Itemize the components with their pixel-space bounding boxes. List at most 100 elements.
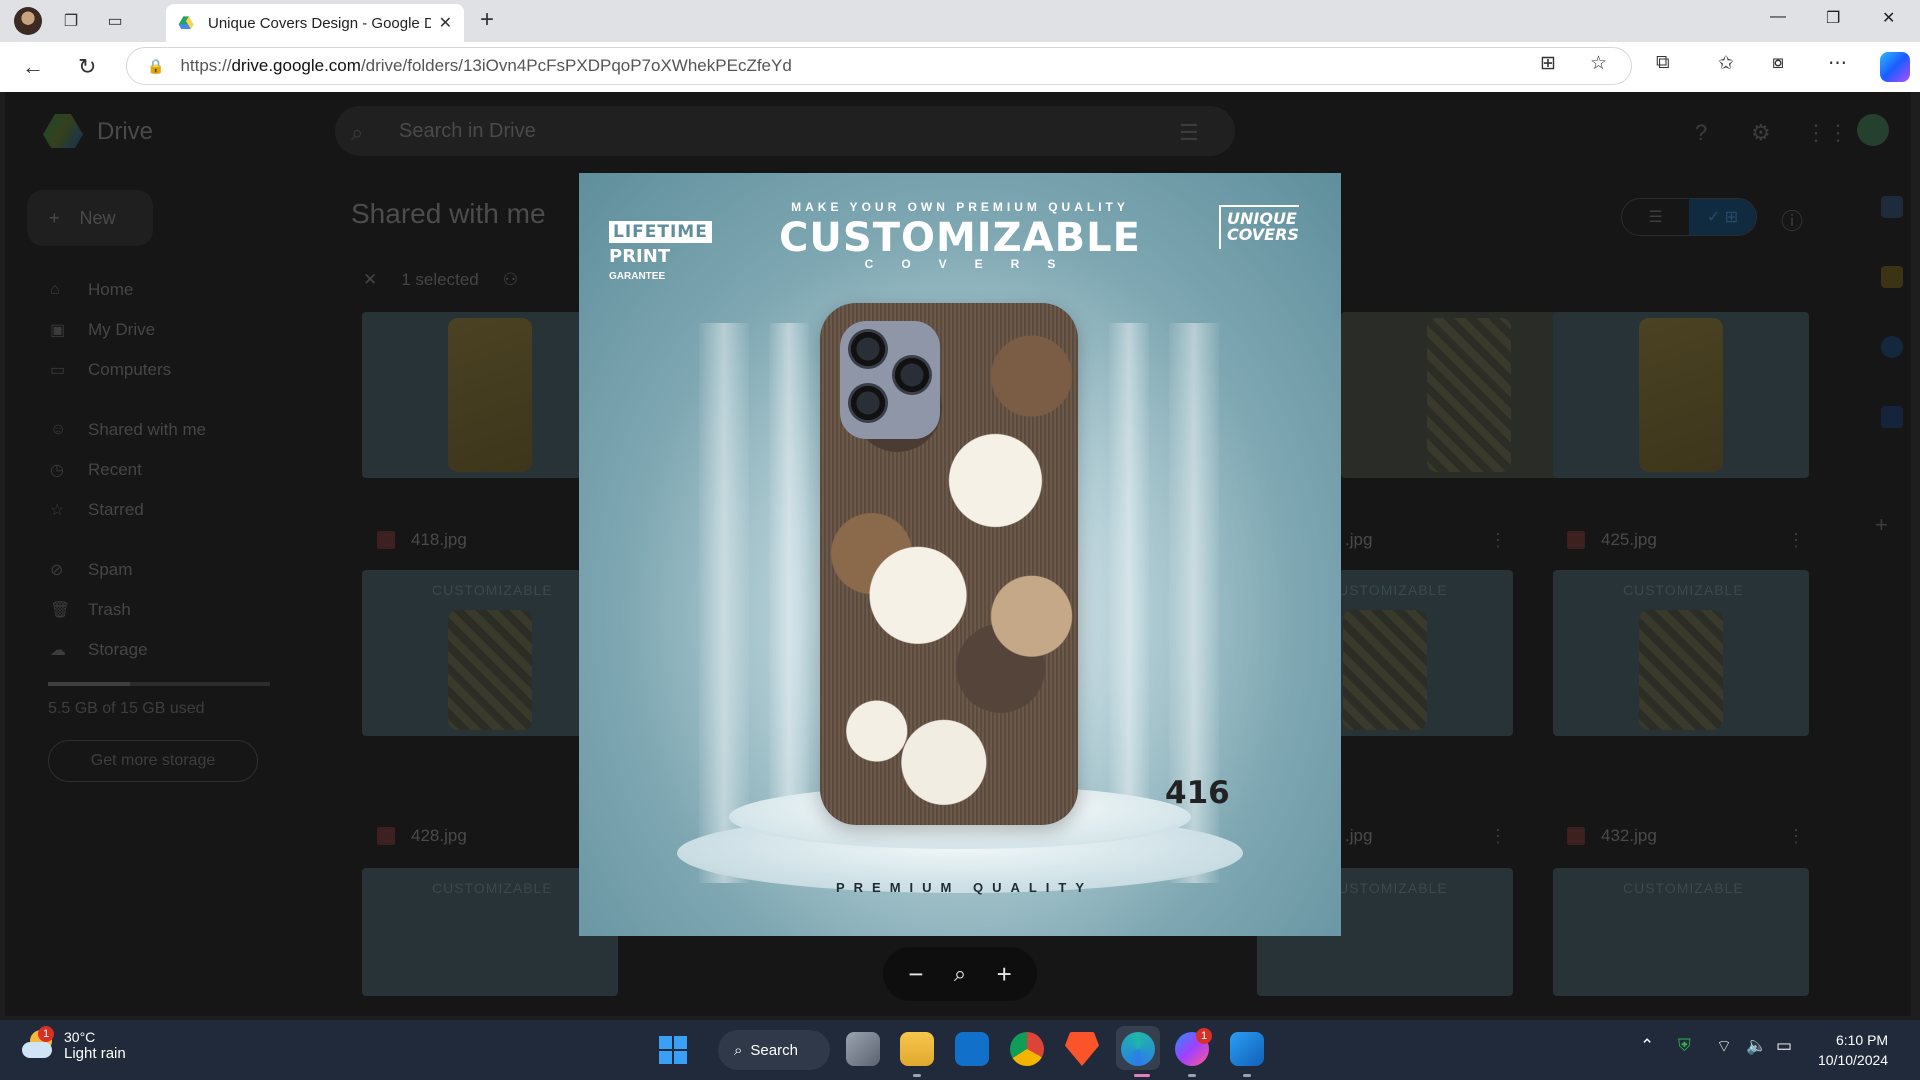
task-view-icon[interactable] [846, 1032, 880, 1066]
restore-icon[interactable]: ❐ [1826, 8, 1840, 28]
cloud-icon: ☁ [50, 642, 66, 659]
image-file-icon [1567, 531, 1585, 549]
wifi-icon[interactable]: ⌔ [1716, 1036, 1732, 1057]
file-name: 425.jpg [1601, 530, 1657, 549]
profile-avatar[interactable] [14, 7, 42, 35]
new-tab-button[interactable]: + [480, 6, 494, 34]
taskbar: 1 30°C Light rain ⌕ Search 1 ⌃ ⛨ ⌔ 🔈 ▭ 6:… [0, 1020, 1920, 1080]
minimize-icon[interactable]: — [1770, 8, 1786, 26]
file-name-row[interactable]: .jpg [1345, 530, 1372, 550]
magnifier-icon[interactable]: ⌕ [954, 963, 966, 985]
address-bar[interactable]: 🔒 https://drive.google.com/drive/folders… [126, 47, 1632, 85]
clear-selection-icon[interactable]: ✕ [363, 270, 377, 290]
nav-shared[interactable]: ☺ Shared with me [50, 420, 206, 440]
edge-icon[interactable] [1121, 1032, 1155, 1066]
file-name-row[interactable]: .jpg [1345, 826, 1372, 846]
file-name-row[interactable]: 428.jpg [377, 826, 467, 846]
nav-my-drive[interactable]: ▣ My Drive [50, 320, 155, 340]
taskbar-search[interactable]: ⌕ Search [718, 1030, 830, 1070]
more-actions-icon[interactable]: ⋮ [1787, 826, 1805, 847]
nav-spam[interactable]: ⊘ Spam [50, 560, 132, 580]
thumb-caption: CUSTOMIZABLE [432, 880, 553, 896]
photos-icon[interactable] [1230, 1032, 1264, 1066]
tasks-icon[interactable] [1881, 336, 1903, 358]
get-more-storage-button[interactable]: Get more storage [48, 740, 258, 782]
star-icon[interactable]: ☆ [1590, 52, 1607, 75]
nav-starred[interactable]: ☆ Starred [50, 500, 144, 520]
settings-icon[interactable]: ⚙ [1751, 120, 1771, 146]
nav-home[interactable]: ⌂ Home [50, 280, 133, 300]
favorites-icon[interactable]: ✩ [1718, 52, 1734, 75]
list-view-icon[interactable]: ☰ [1622, 199, 1689, 235]
calendar-icon[interactable] [1881, 196, 1903, 218]
phone-thumbnail [1427, 318, 1511, 472]
more-icon[interactable]: ⋯ [1828, 52, 1847, 75]
chrome-icon[interactable] [1010, 1032, 1044, 1066]
nav-label: Recent [88, 460, 142, 479]
lock-icon[interactable]: 🔒 [147, 58, 164, 75]
nav-label: My Drive [88, 320, 156, 339]
more-actions-icon[interactable]: ⋮ [1489, 530, 1507, 551]
clock[interactable]: 6:10 PM 10/10/2024 [1818, 1030, 1888, 1070]
weather-widget[interactable]: 1 30°C Light rain [20, 1026, 126, 1062]
battery-icon[interactable]: ▭ [1776, 1036, 1792, 1056]
apps-icon[interactable]: ⊞ [1540, 52, 1556, 75]
drive-search-input[interactable]: Search in Drive [335, 106, 1235, 156]
extensions-icon[interactable]: ⧉ [1656, 52, 1670, 74]
drive-logo [43, 114, 83, 148]
copilot-icon[interactable] [1880, 52, 1910, 82]
collections-icon[interactable]: ⧇ [1772, 52, 1784, 74]
file-thumbnail[interactable]: CUSTOMIZABLE [1553, 570, 1809, 736]
file-name: .jpg [1345, 530, 1373, 549]
guarantee-text: GARANTEE [609, 271, 666, 282]
file-thumbnail[interactable]: CUSTOMIZABLE [1553, 868, 1809, 996]
windows-start-icon[interactable] [659, 1036, 687, 1064]
more-actions-icon[interactable]: ⋮ [1489, 826, 1507, 847]
new-label: New [79, 207, 116, 228]
new-button[interactable]: + New [27, 190, 153, 246]
nav-recent[interactable]: ◷ Recent [50, 460, 142, 480]
weather-condition: Light rain [64, 1044, 126, 1062]
keep-icon[interactable] [1881, 266, 1903, 288]
security-icon[interactable]: ⛨ [1678, 1036, 1691, 1056]
chevron-up-icon[interactable]: ⌃ [1640, 1036, 1654, 1056]
grid-view-icon[interactable]: ✓ ⊞ [1689, 199, 1756, 235]
more-actions-icon[interactable]: ⋮ [1787, 530, 1805, 551]
contacts-icon[interactable] [1881, 406, 1903, 428]
brave-icon[interactable] [1065, 1032, 1099, 1066]
view-toggle[interactable]: ☰ ✓ ⊞ [1621, 198, 1757, 236]
close-icon[interactable]: ✕ [439, 13, 452, 33]
file-name-row[interactable]: 425.jpg [1567, 530, 1657, 550]
file-name-row[interactable]: 432.jpg [1567, 826, 1657, 846]
window-close-icon[interactable]: ✕ [1882, 8, 1895, 28]
outlook-icon[interactable] [955, 1032, 989, 1066]
back-icon[interactable]: ← [22, 54, 44, 80]
nav-label: Starred [88, 500, 144, 519]
messenger-badge: 1 [1196, 1028, 1212, 1044]
file-thumbnail[interactable] [1553, 312, 1809, 478]
google-apps-icon[interactable]: ⋮⋮ [1805, 120, 1849, 146]
file-explorer-icon[interactable] [900, 1032, 934, 1066]
active-tab[interactable]: Unique Covers Design - Google D ✕ [166, 4, 464, 42]
nav-storage[interactable]: ☁ Storage [50, 640, 148, 660]
account-avatar[interactable] [1857, 114, 1889, 146]
volume-icon[interactable]: 🔈 [1746, 1036, 1767, 1056]
zoom-in-icon[interactable]: + [997, 961, 1012, 987]
search-icon: ⌕ [734, 1041, 743, 1059]
nav-label: Storage [88, 640, 148, 659]
tab-actions-icon[interactable]: ▭ [100, 6, 130, 36]
filter-icon[interactable]: ☰ [1179, 120, 1199, 146]
nav-computers[interactable]: ▭ Computers [50, 360, 171, 380]
info-icon[interactable]: ⓘ [1781, 204, 1803, 236]
search-icon[interactable]: ⌕ [351, 120, 363, 146]
thumb-caption: CUSTOMIZABLE [1327, 880, 1448, 896]
help-icon[interactable]: ? [1695, 120, 1707, 146]
workspaces-icon[interactable]: ❐ [56, 6, 86, 36]
zoom-out-icon[interactable]: − [908, 961, 923, 987]
add-addon-icon[interactable]: + [1875, 512, 1888, 538]
file-name-row[interactable]: 418.jpg [377, 530, 467, 550]
nav-trash[interactable]: 🗑 Trash [50, 600, 131, 620]
refresh-icon[interactable]: ↻ [78, 54, 96, 80]
share-icon[interactable]: ⚇ [503, 270, 518, 290]
clock-icon: ◷ [50, 462, 64, 479]
